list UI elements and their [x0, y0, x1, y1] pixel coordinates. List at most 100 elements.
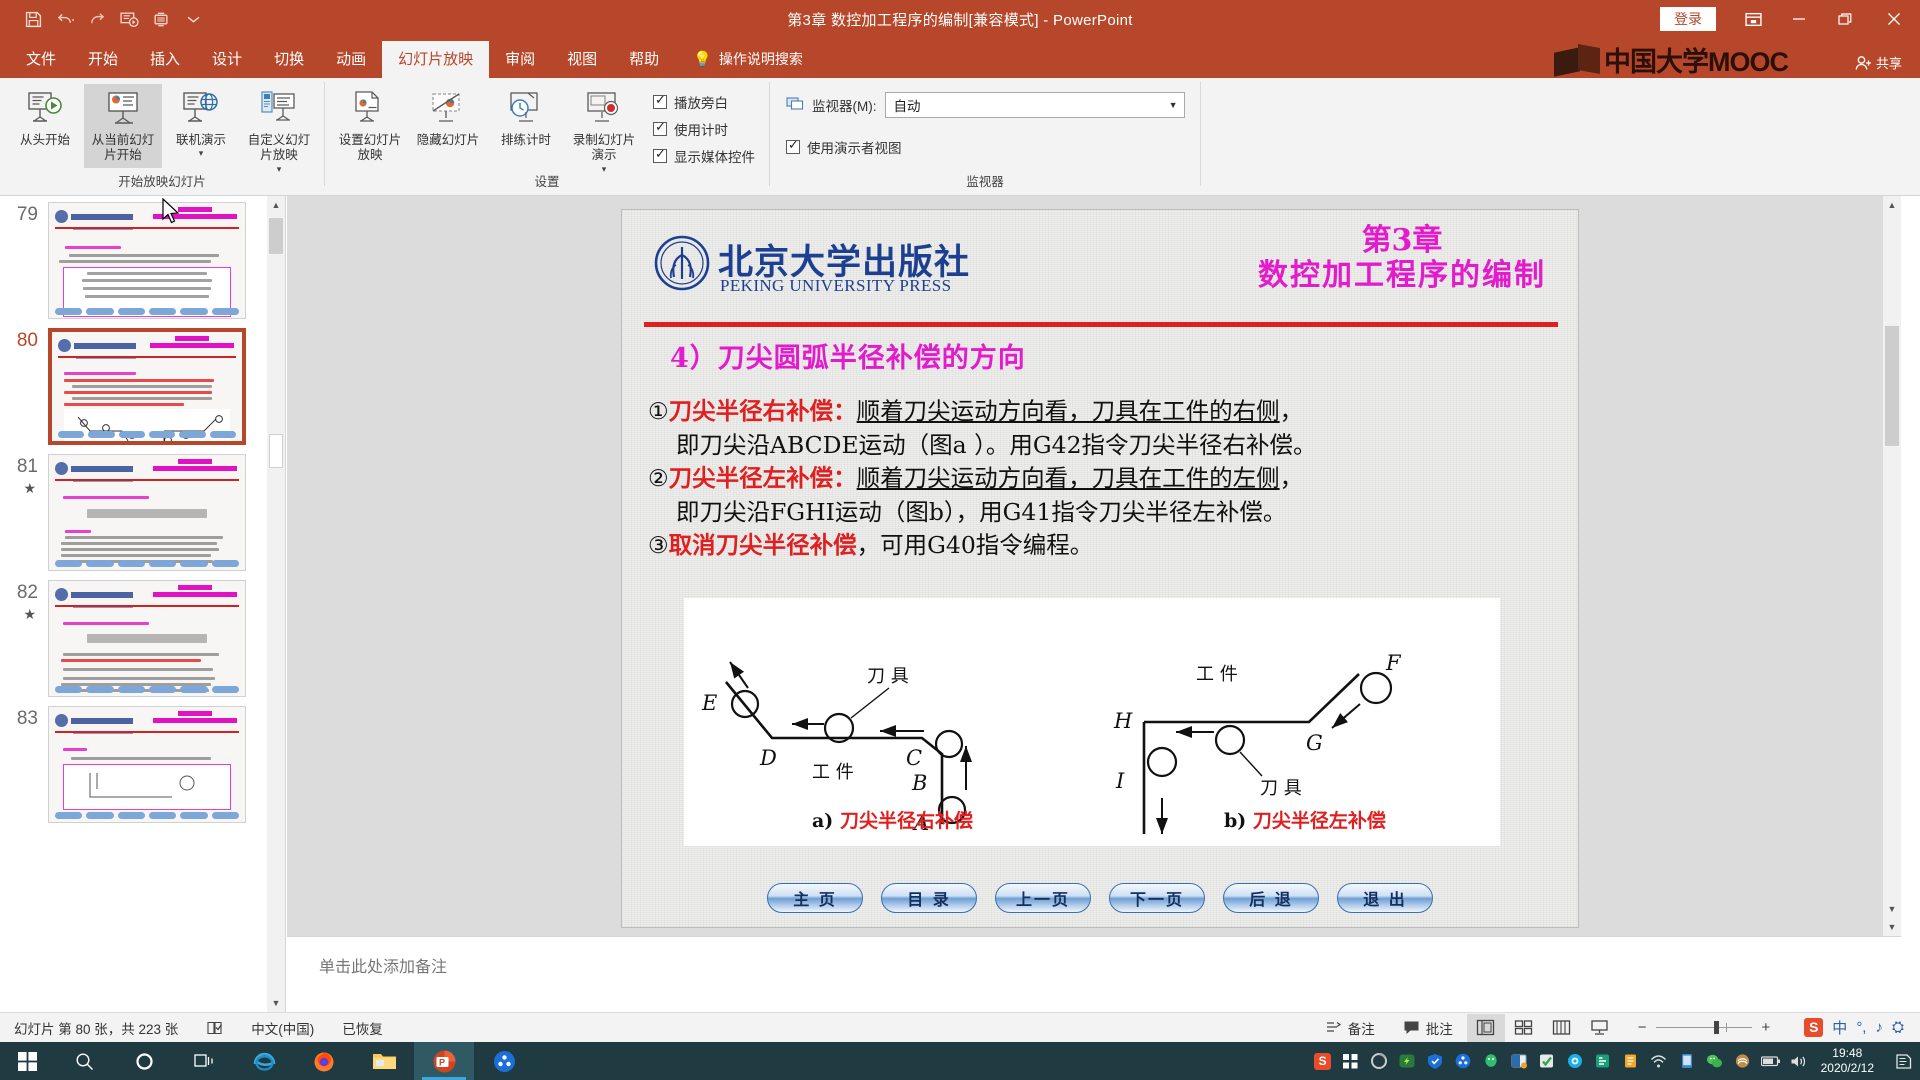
slide-count-status[interactable]: 幻灯片 第 80 张，共 223 张 [0, 1018, 192, 1038]
thumbnail-row-83[interactable]: 83 [0, 706, 285, 823]
zoom-out-button[interactable]: − [1629, 1019, 1656, 1036]
comments-toggle-button[interactable]: 批注 [1389, 1018, 1467, 1038]
sign-in-button[interactable]: 登录 [1660, 6, 1716, 32]
thumbnail-82[interactable] [48, 580, 246, 697]
thumbnail-row-80[interactable]: 80 [0, 328, 285, 445]
custom-slideshow-button[interactable]: 自定义幻灯片放映 ▾ [240, 84, 318, 178]
potplayer-tray-icon[interactable] [1449, 1042, 1477, 1080]
thumbnail-80[interactable] [48, 328, 246, 445]
ime-toolbar[interactable]: S 中 °, ♪ ⛭ [1790, 1017, 1920, 1038]
show-media-controls-checkbox[interactable]: 显示媒体控件 [653, 146, 755, 166]
close-icon[interactable] [1868, 0, 1920, 38]
scroll-down-icon[interactable]: ▼ [267, 994, 285, 1012]
zoom-slider[interactable]: − + [1619, 1019, 1791, 1036]
tab-help[interactable]: 帮助 [613, 41, 675, 78]
volume-icon[interactable] [1785, 1042, 1813, 1080]
potplayer-icon[interactable] [474, 1042, 534, 1080]
cortana-icon[interactable] [114, 1042, 174, 1080]
view-normal-button[interactable] [1466, 1013, 1505, 1042]
present-online-button[interactable]: 联机演示 ▾ [162, 84, 240, 163]
qq-icon[interactable] [1477, 1042, 1505, 1080]
restore-icon[interactable] [1822, 0, 1868, 38]
thumbnail-pane-scrollbar[interactable]: ▲ ▼ [267, 196, 285, 1012]
zoom-handle[interactable] [1713, 1021, 1719, 1034]
kingsoft-icon[interactable] [1533, 1042, 1561, 1080]
slide-nav-home[interactable]: 主 页 [767, 883, 863, 913]
scroll-down-icon[interactable]: ▼ [1883, 900, 1901, 918]
scroll-up-icon[interactable]: ▲ [267, 196, 285, 214]
tab-insert[interactable]: 插入 [134, 41, 196, 78]
undo-icon[interactable] [50, 4, 80, 34]
share-button[interactable]: 共享 [1855, 53, 1902, 72]
tencent-shield-icon[interactable] [1421, 1042, 1449, 1080]
scroll-up-icon[interactable]: ▲ [1883, 196, 1901, 214]
zoom-track[interactable] [1655, 1021, 1752, 1034]
checkbox-icon[interactable] [653, 119, 667, 136]
tab-design[interactable]: 设计 [196, 41, 258, 78]
slide-thumbnail-pane[interactable]: 79 80 81 ★ 82 ★ 83 ▲ ▼ [0, 196, 286, 1012]
customize-qat-icon[interactable] [178, 4, 208, 34]
from-current-slide-button[interactable]: 从当前幻灯片开始 [84, 84, 162, 168]
sogou-ime-icon[interactable]: S [1804, 1018, 1824, 1037]
taskbar-clock[interactable]: 19:48 2020/2/12 [1813, 1046, 1886, 1077]
setup-slideshow-button[interactable]: 设置幻灯片放映 [331, 84, 409, 168]
use-timings-checkbox[interactable]: 使用计时 [653, 119, 755, 139]
checkbox-icon[interactable] [653, 146, 667, 163]
start-icon[interactable] [0, 1042, 54, 1080]
tab-slideshow[interactable]: 幻灯片放映 [382, 41, 490, 78]
task-view-icon[interactable] [174, 1042, 234, 1080]
outlook-icon[interactable] [1505, 1042, 1533, 1080]
ribbon-display-options-icon[interactable] [1730, 0, 1776, 38]
shield-icon[interactable] [1729, 1042, 1757, 1080]
powerpoint-icon[interactable]: P [414, 1042, 474, 1080]
ime-chinese-icon[interactable]: 中 [1832, 1017, 1847, 1038]
thunder-icon[interactable] [1393, 1042, 1421, 1080]
firefox-icon[interactable] [294, 1042, 354, 1080]
chrome-icon[interactable] [1365, 1042, 1393, 1080]
ime-toolbox-icon[interactable]: ⛭ [1892, 1019, 1904, 1036]
thumbnail-83[interactable] [48, 706, 246, 823]
tell-me-search[interactable]: 💡 操作说明搜索 [675, 42, 815, 78]
tab-transitions[interactable]: 切换 [258, 41, 320, 78]
thumbnail-79[interactable] [48, 202, 246, 319]
tab-file[interactable]: 文件 [10, 41, 72, 78]
present-online-dropdown-icon[interactable]: ▾ [199, 148, 204, 159]
start-from-beginning-icon[interactable] [114, 4, 144, 34]
notes-toggle-button[interactable]: 备注 [1311, 1018, 1389, 1038]
view-slideshow-button[interactable] [1581, 1014, 1619, 1042]
internet-explorer-icon[interactable] [234, 1042, 294, 1080]
autosave-status[interactable]: 已恢复 [328, 1018, 397, 1038]
checkbox-icon[interactable] [653, 92, 667, 109]
language-status[interactable]: 中文(中国) [237, 1018, 328, 1038]
view-slide-sorter-button[interactable] [1505, 1014, 1543, 1042]
note-icon[interactable] [1617, 1042, 1645, 1080]
chevron-down-icon[interactable]: ▼ [1169, 100, 1178, 110]
slide-nav-contents[interactable]: 目 录 [881, 883, 977, 913]
checkbox-icon[interactable] [786, 137, 800, 154]
slide-nav-prev[interactable]: 上一页 [995, 883, 1091, 913]
grid-icon[interactable] [1337, 1042, 1365, 1080]
tab-review[interactable]: 审阅 [489, 41, 551, 78]
wps-icon[interactable] [1589, 1042, 1617, 1080]
current-slide[interactable]: 北京大学出版社 PEKING UNIVERSITY PRESS 第3章 数控加工… [621, 209, 1579, 928]
slide-nav-next[interactable]: 下一页 [1109, 883, 1205, 913]
scrollbar-thumb[interactable] [1885, 326, 1899, 446]
hide-slide-button[interactable]: 隐藏幻灯片 [409, 84, 487, 152]
wifi-icon[interactable] [1645, 1042, 1673, 1080]
ime-punctuation-icon[interactable]: °, [1856, 1019, 1866, 1036]
record-slideshow-button[interactable]: 录制幻灯片演示 ▾ [565, 84, 643, 178]
thumbnail-row-79[interactable]: 79 [0, 202, 285, 319]
thumbnail-row-82[interactable]: 82 ★ [0, 580, 285, 697]
touch-mode-icon[interactable] [146, 4, 176, 34]
rehearse-timings-button[interactable]: 排练计时 [487, 84, 565, 152]
use-presenter-view-checkbox[interactable]: 使用演示者视图 [786, 137, 902, 157]
slide-nav-exit[interactable]: 退 出 [1337, 883, 1433, 913]
thumbnail-81[interactable] [48, 454, 246, 571]
scrollbar-pane-handle[interactable] [269, 434, 283, 468]
zoom-in-button[interactable]: + [1752, 1019, 1781, 1036]
play-narrations-checkbox[interactable]: 播放旁白 [653, 92, 755, 112]
battery-icon[interactable] [1757, 1042, 1785, 1080]
file-explorer-icon[interactable] [354, 1042, 414, 1080]
next-slide-icon[interactable]: ▼ [1883, 918, 1901, 936]
tab-home[interactable]: 开始 [72, 41, 134, 78]
